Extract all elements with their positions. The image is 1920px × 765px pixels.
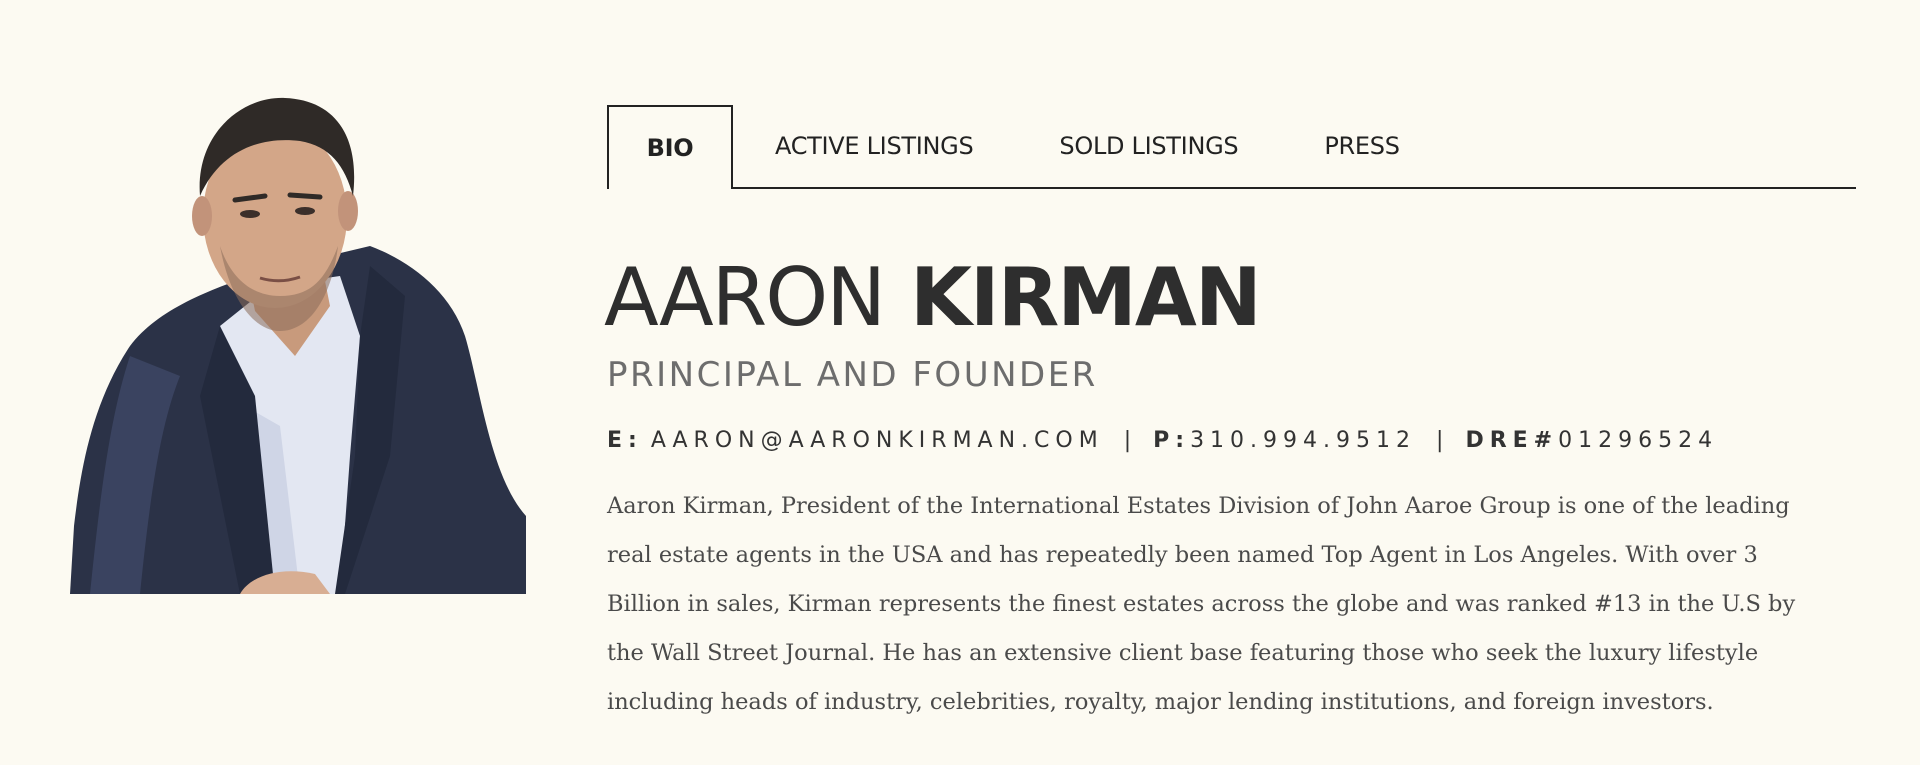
phone-link[interactable]: 310.994.9512 — [1190, 428, 1416, 453]
bio-text: Aaron Kirman, President of the Internati… — [607, 493, 1796, 715]
agent-portrait — [70, 96, 526, 594]
portrait-illustration — [70, 96, 526, 594]
profile-tabs: BIO ACTIVE LISTINGS SOLD LISTINGS PRESS — [607, 105, 1856, 189]
tab-press[interactable]: PRESS — [1324, 105, 1400, 187]
agent-title: PRINCIPAL AND FOUNDER — [607, 355, 1098, 395]
tab-sold-listings[interactable]: SOLD LISTINGS — [1059, 105, 1238, 187]
agent-last-name: KIRMAN — [909, 251, 1262, 344]
email-label: E: — [607, 428, 643, 453]
phone-label: P: — [1153, 428, 1191, 453]
agent-name: AARON KIRMAN — [604, 258, 1262, 338]
contact-separator: | — [1123, 428, 1132, 453]
agent-first-name: AARON — [604, 251, 886, 344]
tab-active-listings[interactable]: ACTIVE LISTINGS — [775, 105, 974, 187]
contact-line: E: AARON@AARONKIRMAN.COM | P: 310.994.95… — [607, 428, 1718, 453]
email-link[interactable]: AARON@AARONKIRMAN.COM — [651, 428, 1104, 453]
dre-label: DRE# — [1465, 428, 1559, 453]
tab-bio[interactable]: BIO — [607, 105, 733, 189]
contact-separator: | — [1436, 428, 1444, 453]
dre-number: 01296524 — [1558, 428, 1719, 453]
